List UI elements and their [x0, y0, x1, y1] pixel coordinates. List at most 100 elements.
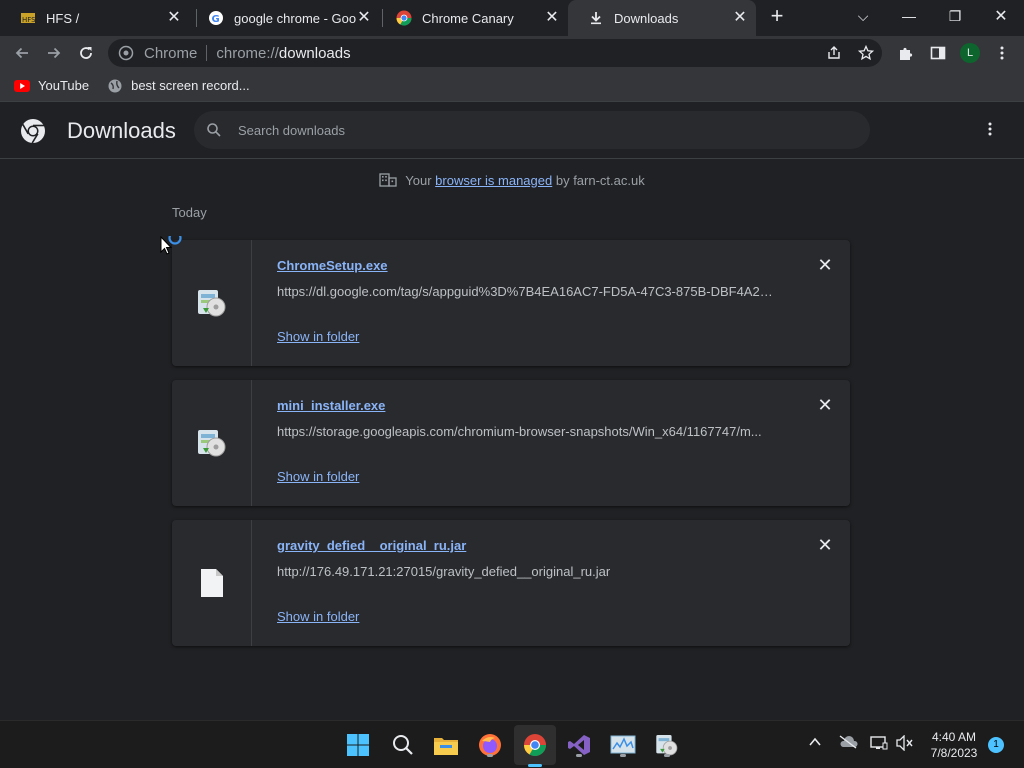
more-actions-button[interactable] [980, 121, 1000, 141]
installer-file-icon [197, 290, 225, 317]
file-name-link[interactable]: gravity_defied__original_ru.jar [277, 538, 466, 553]
file-explorer-icon[interactable] [432, 731, 460, 759]
side-panel-icon [930, 46, 946, 60]
generic-file-icon [200, 569, 223, 597]
url-scheme: chrome:// [216, 44, 279, 62]
share-icon[interactable] [826, 45, 842, 61]
back-arrow-icon [15, 47, 28, 59]
tab-downloads[interactable]: Downloads ✕ [568, 0, 756, 36]
close-tab-icon[interactable]: ✕ [166, 10, 182, 26]
downloads-content: Your browser is managed by farn-ct.ac.uk… [0, 160, 1024, 720]
bookmark-youtube[interactable]: YouTube [14, 78, 89, 94]
file-url[interactable]: https://dl.google.com/tag/s/appguid%3D%7… [277, 284, 777, 299]
visual-studio-icon[interactable] [565, 731, 593, 759]
forward-button[interactable] [42, 41, 66, 65]
kebab-menu-icon [988, 122, 992, 136]
download-icon [588, 10, 604, 26]
page-title: Downloads [67, 118, 176, 143]
profile-button[interactable]: L [958, 41, 982, 65]
globe-icon [107, 78, 123, 94]
show-in-folder-link[interactable]: Show in folder [277, 609, 359, 624]
managed-prefix: Your [405, 173, 436, 188]
download-item: gravity_defied__original_ru.jar http://1… [172, 520, 850, 646]
restore-button[interactable]: ❐ [932, 0, 978, 32]
url-path: downloads [278, 44, 351, 62]
tab-label: Downloads [614, 10, 679, 26]
show-in-folder-link[interactable]: Show in folder [277, 329, 359, 344]
reload-button[interactable] [74, 41, 98, 65]
file-url[interactable]: http://176.49.171.21:27015/gravity_defie… [277, 564, 777, 579]
running-indicator [664, 754, 670, 757]
tab-chrome-canary[interactable]: Chrome Canary ✕ [376, 0, 568, 36]
tab-search-button[interactable]: ⌵ [840, 0, 886, 32]
busy-cursor-icon [160, 236, 182, 255]
hfs-icon: HFS [20, 10, 36, 26]
side-panel-button[interactable] [926, 41, 950, 65]
windows-start-icon[interactable] [344, 731, 372, 759]
installer-app-icon[interactable] [653, 731, 681, 759]
site-chip: Chrome [144, 44, 198, 62]
omnibox-divider [206, 45, 208, 61]
managed-notice: Your browser is managed by farn-ct.ac.uk [0, 173, 1024, 188]
forward-arrow-icon [48, 47, 61, 59]
bookmark-screen-record[interactable]: best screen record... [107, 78, 250, 94]
svg-text:HFS: HFS [22, 16, 36, 24]
extensions-button[interactable] [894, 41, 918, 65]
window-close-button[interactable]: ✕ [978, 0, 1024, 32]
notification-badge[interactable]: 1 [988, 737, 1004, 753]
remove-item-icon[interactable]: ✕ [817, 536, 833, 554]
minimize-button[interactable]: — [886, 0, 932, 32]
resource-monitor-icon[interactable] [609, 731, 637, 759]
volume-muted-icon[interactable] [896, 734, 914, 754]
title-bar: HFS HFS / ✕ G google chrome - Goog ✕ Chr… [0, 0, 1024, 36]
onedrive-icon[interactable] [838, 735, 858, 752]
reload-icon [80, 47, 92, 59]
network-icon[interactable] [870, 735, 888, 754]
managed-link[interactable]: browser is managed [435, 173, 552, 188]
back-button[interactable] [10, 41, 34, 65]
avatar: L [960, 43, 980, 63]
chrome-logo-icon [21, 119, 45, 144]
file-name-link[interactable]: mini_installer.exe [277, 398, 385, 413]
close-tab-icon[interactable]: ✕ [732, 10, 748, 26]
clock-time: 4:40 AM [931, 730, 977, 744]
show-in-folder-link[interactable]: Show in folder [277, 469, 359, 484]
file-name-link[interactable]: ChromeSetup.exe [277, 258, 388, 273]
firefox-icon[interactable] [476, 731, 504, 759]
chrome-icon[interactable] [521, 731, 549, 759]
close-tab-icon[interactable]: ✕ [544, 10, 560, 26]
tab-hfs[interactable]: HFS HFS / ✕ [0, 0, 190, 36]
bookmark-star-icon[interactable] [858, 45, 874, 61]
chrome-site-icon [118, 45, 134, 61]
close-tab-icon[interactable]: ✕ [356, 10, 372, 26]
address-bar[interactable]: Chrome chrome://downloads [108, 39, 882, 67]
remove-item-icon[interactable]: ✕ [817, 396, 833, 414]
taskbar: 4:40 AM 7/8/2023 1 [0, 720, 1024, 768]
running-indicator [576, 754, 582, 757]
chrome-menu-button[interactable] [990, 41, 1014, 65]
clock-date: 7/8/2023 [930, 746, 978, 760]
google-icon: G [208, 10, 224, 26]
search-input[interactable] [238, 122, 838, 138]
bookmark-label: YouTube [38, 78, 90, 93]
show-hidden-icons-button[interactable] [808, 735, 822, 752]
youtube-icon [14, 78, 30, 94]
building-icon [379, 173, 397, 187]
running-indicator [620, 754, 626, 757]
search-icon [207, 123, 221, 137]
bookmark-label: best screen record... [131, 78, 250, 93]
active-indicator [528, 764, 542, 767]
tab-google-chrome[interactable]: G google chrome - Goog ✕ [188, 0, 380, 36]
tab-label: HFS / [46, 10, 80, 26]
file-icon-column [172, 380, 252, 506]
file-url[interactable]: https://storage.googleapis.com/chromium-… [277, 424, 777, 439]
search-icon[interactable] [389, 731, 417, 759]
tab-label: google chrome - Goog [234, 10, 356, 26]
new-tab-button[interactable]: + [754, 0, 800, 32]
file-icon-column [172, 240, 252, 366]
remove-item-icon[interactable]: ✕ [817, 256, 833, 274]
download-item: ChromeSetup.exe https://dl.google.com/ta… [172, 240, 850, 366]
search-box[interactable] [194, 111, 870, 149]
installer-file-icon [197, 430, 225, 457]
system-clock[interactable]: 4:40 AM 7/8/2023 [926, 729, 982, 761]
